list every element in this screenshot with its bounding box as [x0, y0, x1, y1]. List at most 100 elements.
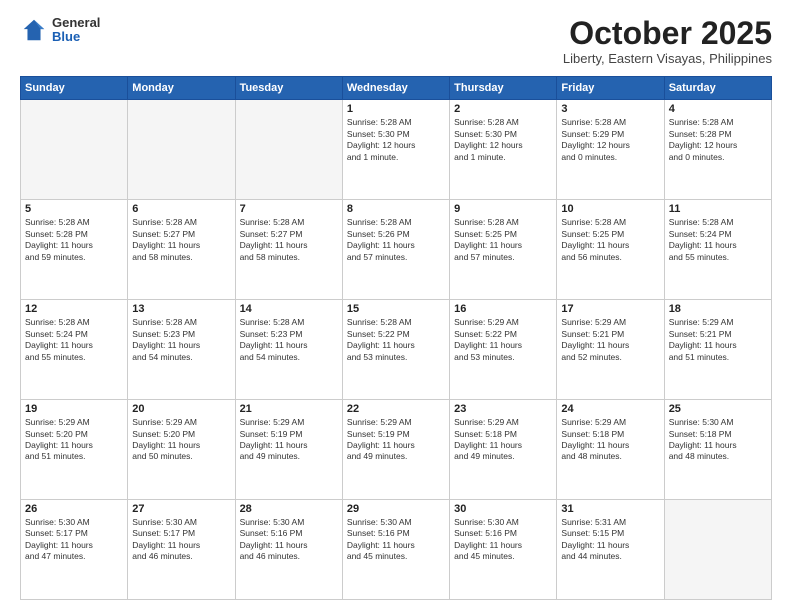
day-info: Sunrise: 5:28 AMSunset: 5:29 PMDaylight:… — [561, 117, 659, 163]
day-number: 5 — [25, 203, 123, 215]
calendar-cell: 31 Sunrise: 5:31 AMSunset: 5:15 PMDayligh… — [557, 500, 664, 600]
day-info: Sunrise: 5:29 AMSunset: 5:19 PMDaylight:… — [240, 417, 338, 463]
location-subtitle: Liberty, Eastern Visayas, Philippines — [563, 51, 772, 66]
day-number: 4 — [669, 103, 767, 115]
day-number: 11 — [669, 203, 767, 215]
calendar-cell: 26 Sunrise: 5:30 AMSunset: 5:17 PMDayligh… — [21, 500, 128, 600]
day-number: 6 — [132, 203, 230, 215]
day-number: 23 — [454, 403, 552, 415]
page: General Blue October 2025 Liberty, Easte… — [0, 0, 792, 612]
day-info: Sunrise: 5:28 AMSunset: 5:25 PMDaylight:… — [454, 217, 552, 263]
day-number: 26 — [25, 503, 123, 515]
day-info: Sunrise: 5:29 AMSunset: 5:18 PMDaylight:… — [561, 417, 659, 463]
calendar-header-row: SundayMondayTuesdayWednesdayThursdayFrid… — [21, 77, 772, 100]
calendar-cell: 3Sunrise: 5:28 AMSunset: 5:29 PMDaylight… — [557, 100, 664, 200]
day-info: Sunrise: 5:28 AMSunset: 5:23 PMDaylight:… — [240, 317, 338, 363]
day-info: Sunrise: 5:30 AMSunset: 5:16 PMDaylight:… — [454, 517, 552, 563]
calendar-cell: 30Sunrise: 5:30 AMSunset: 5:16 PMDayligh… — [450, 500, 557, 600]
day-number: 13 — [132, 303, 230, 315]
day-number: 29 — [347, 503, 445, 515]
day-number: 17 — [561, 303, 659, 315]
calendar-cell: 17 Sunrise: 5:29 AMSunset: 5:21 PMDayligh… — [557, 300, 664, 400]
day-number: 9 — [454, 203, 552, 215]
day-info: Sunrise: 5:30 AMSunset: 5:16 PMDaylight:… — [240, 517, 338, 563]
calendar-cell: 25Sunrise: 5:30 AMSunset: 5:18 PMDayligh… — [664, 400, 771, 500]
calendar-cell: 21Sunrise: 5:29 AMSunset: 5:19 PMDayligh… — [235, 400, 342, 500]
day-number: 31 — [561, 503, 659, 515]
day-header-monday: Monday — [128, 77, 235, 100]
day-number: 10 — [561, 203, 659, 215]
day-info: Sunrise: 5:28 AMSunset: 5:30 PMDaylight:… — [347, 117, 445, 163]
calendar-cell — [21, 100, 128, 200]
day-number: 14 — [240, 303, 338, 315]
calendar-cell: 27 Sunrise: 5:30 AMSunset: 5:17 PMDayligh… — [128, 500, 235, 600]
calendar-cell: 2 Sunrise: 5:28 AMSunset: 5:30 PMDaylight… — [450, 100, 557, 200]
day-number: 16 — [454, 303, 552, 315]
calendar-week-4: 19 Sunrise: 5:29 AMSunset: 5:20 PMDayligh… — [21, 400, 772, 500]
day-number: 22 — [347, 403, 445, 415]
calendar-cell — [235, 100, 342, 200]
day-info: Sunrise: 5:29 AMSunset: 5:18 PMDaylight:… — [454, 417, 552, 463]
day-info: Sunrise: 5:28 AMSunset: 5:25 PMDaylight:… — [561, 217, 659, 263]
day-header-wednesday: Wednesday — [342, 77, 449, 100]
calendar-cell: 15 Sunrise: 5:28 AMSunset: 5:22 PMDayligh… — [342, 300, 449, 400]
day-number: 15 — [347, 303, 445, 315]
calendar-cell — [664, 500, 771, 600]
day-number: 1 — [347, 103, 445, 115]
day-number: 18 — [669, 303, 767, 315]
calendar-cell: 14 Sunrise: 5:28 AMSunset: 5:23 PMDayligh… — [235, 300, 342, 400]
day-number: 25 — [669, 403, 767, 415]
calendar-week-3: 12Sunrise: 5:28 AMSunset: 5:24 PMDayligh… — [21, 300, 772, 400]
day-info: Sunrise: 5:28 AMSunset: 5:24 PMDaylight:… — [25, 317, 123, 363]
day-info: Sunrise: 5:29 AMSunset: 5:20 PMDaylight:… — [132, 417, 230, 463]
calendar-cell: 9 Sunrise: 5:28 AMSunset: 5:25 PMDaylight… — [450, 200, 557, 300]
calendar-week-1: 1 Sunrise: 5:28 AMSunset: 5:30 PMDaylight… — [21, 100, 772, 200]
day-info: Sunrise: 5:28 AMSunset: 5:28 PMDaylight:… — [669, 117, 767, 163]
day-info: Sunrise: 5:28 AMSunset: 5:22 PMDaylight:… — [347, 317, 445, 363]
day-info: Sunrise: 5:28 AMSunset: 5:23 PMDaylight:… — [132, 317, 230, 363]
header: General Blue October 2025 Liberty, Easte… — [20, 16, 772, 66]
calendar-cell: 10 Sunrise: 5:28 AMSunset: 5:25 PMDayligh… — [557, 200, 664, 300]
day-info: Sunrise: 5:29 AMSunset: 5:21 PMDaylight:… — [561, 317, 659, 363]
logo: General Blue — [20, 16, 100, 45]
day-header-thursday: Thursday — [450, 77, 557, 100]
day-header-sunday: Sunday — [21, 77, 128, 100]
day-number: 28 — [240, 503, 338, 515]
calendar-table: SundayMondayTuesdayWednesdayThursdayFrid… — [20, 76, 772, 600]
day-info: Sunrise: 5:30 AMSunset: 5:17 PMDaylight:… — [25, 517, 123, 563]
day-info: Sunrise: 5:29 AMSunset: 5:21 PMDaylight:… — [669, 317, 767, 363]
calendar-cell: 28 Sunrise: 5:30 AMSunset: 5:16 PMDayligh… — [235, 500, 342, 600]
day-info: Sunrise: 5:28 AMSunset: 5:30 PMDaylight:… — [454, 117, 552, 163]
day-number: 7 — [240, 203, 338, 215]
title-block: October 2025 Liberty, Eastern Visayas, P… — [563, 16, 772, 66]
day-info: Sunrise: 5:29 AMSunset: 5:20 PMDaylight:… — [25, 417, 123, 463]
calendar-cell: 4 Sunrise: 5:28 AMSunset: 5:28 PMDaylight… — [664, 100, 771, 200]
day-info: Sunrise: 5:28 AMSunset: 5:24 PMDaylight:… — [669, 217, 767, 263]
day-header-saturday: Saturday — [664, 77, 771, 100]
calendar-cell: 13 Sunrise: 5:28 AMSunset: 5:23 PMDayligh… — [128, 300, 235, 400]
calendar-cell: 23 Sunrise: 5:29 AMSunset: 5:18 PMDayligh… — [450, 400, 557, 500]
day-info: Sunrise: 5:29 AMSunset: 5:22 PMDaylight:… — [454, 317, 552, 363]
calendar-week-2: 5 Sunrise: 5:28 AMSunset: 5:28 PMDaylight… — [21, 200, 772, 300]
calendar-cell — [128, 100, 235, 200]
day-number: 19 — [25, 403, 123, 415]
day-info: Sunrise: 5:28 AMSunset: 5:28 PMDaylight:… — [25, 217, 123, 263]
day-info: Sunrise: 5:28 AMSunset: 5:27 PMDaylight:… — [132, 217, 230, 263]
calendar-cell: 20Sunrise: 5:29 AMSunset: 5:20 PMDayligh… — [128, 400, 235, 500]
day-info: Sunrise: 5:28 AMSunset: 5:27 PMDaylight:… — [240, 217, 338, 263]
calendar-cell: 29Sunrise: 5:30 AMSunset: 5:16 PMDayligh… — [342, 500, 449, 600]
calendar-cell: 1 Sunrise: 5:28 AMSunset: 5:30 PMDaylight… — [342, 100, 449, 200]
day-info: Sunrise: 5:30 AMSunset: 5:17 PMDaylight:… — [132, 517, 230, 563]
day-info: Sunrise: 5:28 AMSunset: 5:26 PMDaylight:… — [347, 217, 445, 263]
day-number: 27 — [132, 503, 230, 515]
month-title: October 2025 — [563, 16, 772, 51]
day-number: 2 — [454, 103, 552, 115]
logo-icon — [20, 16, 48, 44]
calendar-cell: 5 Sunrise: 5:28 AMSunset: 5:28 PMDaylight… — [21, 200, 128, 300]
day-header-friday: Friday — [557, 77, 664, 100]
calendar-cell: 6 Sunrise: 5:28 AMSunset: 5:27 PMDaylight… — [128, 200, 235, 300]
day-number: 24 — [561, 403, 659, 415]
day-info: Sunrise: 5:31 AMSunset: 5:15 PMDaylight:… — [561, 517, 659, 563]
logo-text: General Blue — [52, 16, 100, 45]
calendar-cell: 7 Sunrise: 5:28 AMSunset: 5:27 PMDaylight… — [235, 200, 342, 300]
